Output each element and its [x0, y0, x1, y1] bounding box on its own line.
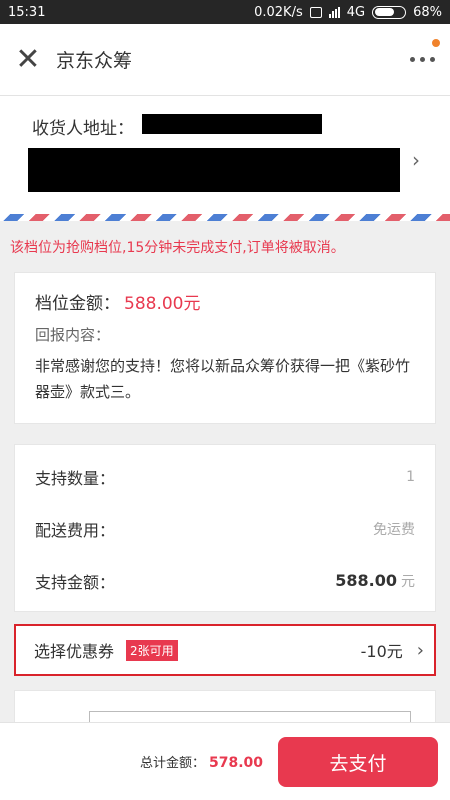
battery-icon — [372, 5, 407, 19]
status-bar: 15:31 0.02K/s 4G 68% — [0, 0, 450, 24]
status-right: 0.02K/s 4G 68% — [254, 5, 442, 20]
more-button[interactable] — [394, 24, 450, 96]
total-label: 总计金额： — [140, 756, 206, 771]
notification-icon — [309, 6, 322, 18]
notification-dot — [432, 38, 440, 47]
nav-bar: ✕ 京东众筹 — [0, 24, 450, 96]
support-card: 支持数量： 1 配送费用： 免运费 支持金额： 588.00 元 — [14, 444, 436, 612]
chevron-right-icon: › — [416, 639, 424, 661]
pay-button[interactable]: 去支付 — [278, 737, 438, 787]
tier-card: 档位金额： 588.00元 回报内容： 非常感谢您的支持！您将以新品众筹价获得一… — [14, 272, 436, 424]
coupon-selector[interactable]: 选择优惠券 2张可用 -10元 › — [14, 624, 436, 676]
support-qty-row[interactable]: 支持数量： 1 — [35, 451, 415, 503]
checkout-footer: 总计金额： 578.00 去支付 — [0, 722, 450, 800]
support-amount: 588.00 元 — [335, 571, 415, 591]
network-type: 4G — [346, 4, 366, 20]
signal-icon — [328, 6, 340, 18]
support-amount-value: 588.00 — [335, 571, 397, 590]
status-time: 15:31 — [8, 4, 46, 20]
tier-amount-row: 档位金额： 588.00元 — [35, 289, 415, 314]
support-qty-label: 支持数量： — [35, 469, 116, 488]
support-amount-unit: 元 — [401, 574, 415, 590]
more-icon — [409, 57, 435, 62]
total-value: 578.00 — [209, 755, 264, 771]
tier-amount-label: 档位金额： — [35, 294, 120, 314]
page-title: 京东众筹 — [56, 50, 133, 72]
reward-label: 回报内容： — [35, 326, 111, 344]
shipping-row: 配送费用： 免运费 — [35, 503, 415, 555]
tier-amount-value: 588.00元 — [124, 294, 201, 314]
coupon-discount: -10元 — [360, 642, 403, 661]
network-speed: 0.02K/s — [254, 4, 303, 20]
address-label: 收货人地址： — [32, 119, 134, 139]
close-icon[interactable]: ✕ — [0, 24, 56, 96]
support-amount-label: 支持金额： — [35, 573, 116, 592]
redacted-address — [28, 148, 400, 192]
shipping-value: 免运费 — [373, 522, 415, 538]
total: 总计金额： 578.00 — [140, 752, 263, 771]
battery-level: 68% — [413, 4, 442, 20]
redacted-name — [142, 114, 322, 134]
warning-text: 该档位为抢购档位,15分钟未完成支付,订单将被取消。 — [10, 240, 345, 256]
reward-text: 非常感谢您的支持！您将以新品众筹价获得一把《紫砂竹器壶》款式三。 — [35, 357, 411, 401]
shipping-label: 配送费用： — [35, 521, 116, 540]
support-amount-row: 支持金额： 588.00 元 — [35, 555, 415, 607]
coupon-label: 选择优惠券 — [34, 642, 115, 661]
coupon-available-badge: 2张可用 — [126, 639, 178, 661]
address-section[interactable]: 收货人地址： › — [0, 96, 450, 214]
support-qty-value: 1 — [406, 469, 415, 485]
chevron-right-icon: › — [412, 148, 420, 172]
airmail-divider — [0, 214, 450, 221]
